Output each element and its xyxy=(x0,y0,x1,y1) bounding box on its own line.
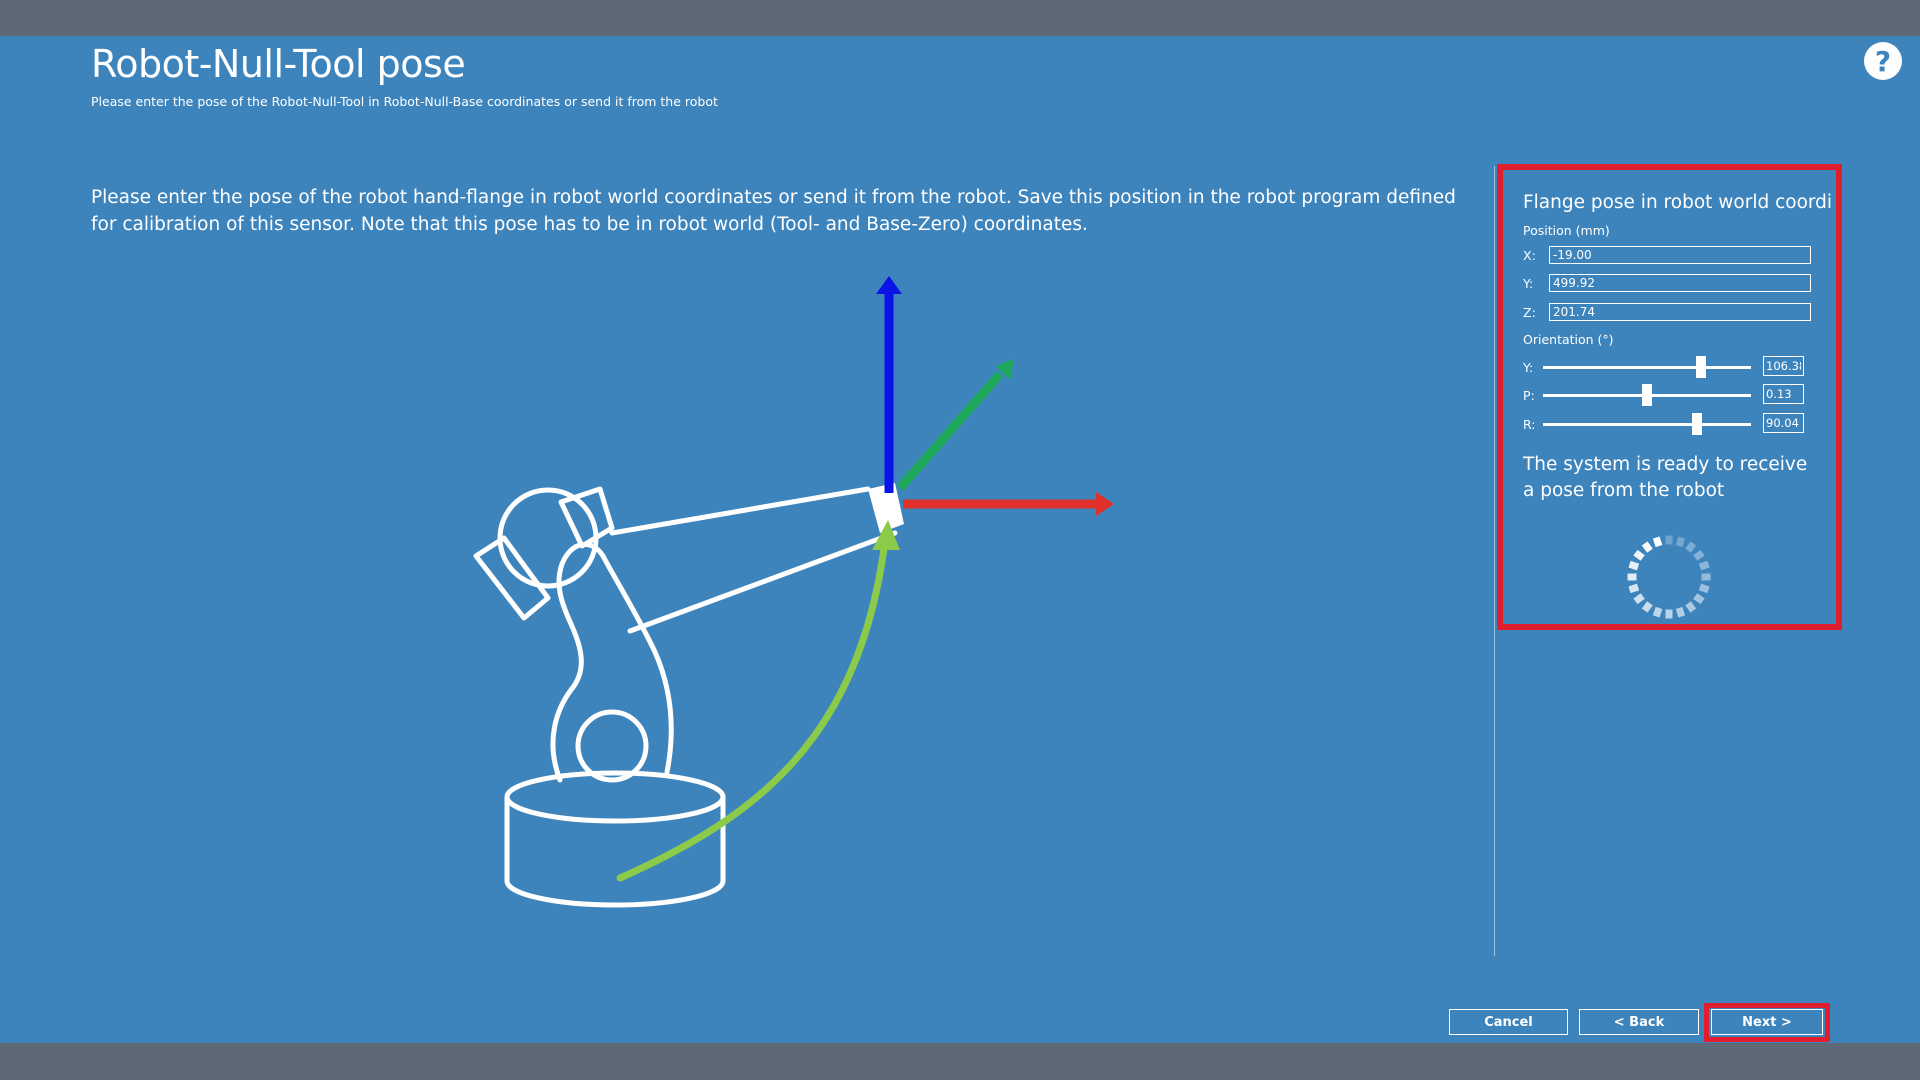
orientation-yaw-slider[interactable] xyxy=(1543,356,1751,378)
cancel-button[interactable]: Cancel xyxy=(1449,1009,1568,1035)
spinner-dot xyxy=(1628,560,1640,571)
orientation-pitch-slider[interactable] xyxy=(1543,384,1751,406)
spinner-dot xyxy=(1698,583,1710,594)
orientation-pitch-slider-thumb[interactable] xyxy=(1642,384,1652,406)
spinner-dot xyxy=(1652,536,1663,548)
status-text: The system is ready to receive a pose fr… xyxy=(1523,454,1808,501)
orientation-pitch-row: P: xyxy=(1523,384,1823,408)
spinner-dot xyxy=(1665,609,1673,619)
spinner-dot xyxy=(1641,601,1653,613)
spinner-dot xyxy=(1698,560,1710,571)
position-y-input[interactable] xyxy=(1549,274,1811,292)
orientation-yaw-slider-thumb[interactable] xyxy=(1696,356,1707,378)
orientation-pitch-label: P: xyxy=(1523,388,1535,403)
back-button[interactable]: < Back xyxy=(1579,1009,1699,1035)
orientation-yaw-row: Y: xyxy=(1523,356,1823,380)
orientation-yaw-label: Y: xyxy=(1523,360,1534,375)
spinner-dot xyxy=(1633,593,1645,605)
flange-pose-panel: Flange pose in robot world coordinates P… xyxy=(1497,164,1842,630)
position-x-label: X: xyxy=(1523,248,1536,263)
svg-text:?: ? xyxy=(1875,45,1891,78)
position-label: Position (mm) xyxy=(1523,223,1610,238)
spinner-dot xyxy=(1641,541,1653,553)
spinner-dot xyxy=(1701,573,1711,581)
orientation-roll-label: R: xyxy=(1523,417,1536,432)
spinner-dot xyxy=(1652,606,1663,618)
wizard-page: Robot-Null-Tool pose Please enter the po… xyxy=(0,36,1920,1043)
instructions-text: Please enter the pose of the robot hand-… xyxy=(91,187,1456,235)
spinner-dot xyxy=(1685,601,1697,613)
panel-divider xyxy=(1494,166,1495,956)
position-x-input[interactable] xyxy=(1549,246,1811,264)
next-button-highlight xyxy=(1704,1003,1830,1042)
spinner-dot xyxy=(1685,541,1697,553)
spinner-dot xyxy=(1627,573,1637,581)
position-z-label: Z: xyxy=(1523,305,1536,320)
spinner-dot xyxy=(1675,606,1686,618)
orientation-pitch-value[interactable] xyxy=(1763,384,1804,404)
orientation-yaw-value[interactable] xyxy=(1763,356,1804,376)
orientation-roll-row: R: xyxy=(1523,413,1823,437)
orientation-label: Orientation (°) xyxy=(1523,332,1614,347)
spinner-dot xyxy=(1675,536,1686,548)
position-z-input[interactable] xyxy=(1549,303,1811,321)
spinner-dot xyxy=(1665,535,1673,545)
spinner-dot xyxy=(1633,549,1645,561)
spinner-dot xyxy=(1628,583,1640,594)
spinner-dot xyxy=(1693,549,1705,561)
robot-illustration xyxy=(460,232,1120,926)
position-y-label: Y: xyxy=(1523,276,1534,291)
panel-title: Flange pose in robot world coordinates xyxy=(1523,192,1831,213)
help-icon[interactable]: ? xyxy=(1862,40,1904,82)
orientation-roll-slider-thumb[interactable] xyxy=(1691,413,1702,435)
position-z-row: Z: xyxy=(1523,303,1823,325)
page-subtitle: Please enter the pose of the Robot-Null-… xyxy=(91,94,718,109)
page-title: Robot-Null-Tool pose xyxy=(91,42,466,86)
position-y-row: Y: xyxy=(1523,274,1823,296)
orientation-roll-slider[interactable] xyxy=(1543,413,1751,435)
y-axis-icon xyxy=(896,371,1004,491)
orientation-roll-value[interactable] xyxy=(1763,413,1804,433)
position-x-row: X: xyxy=(1523,246,1823,268)
loading-spinner-icon xyxy=(1626,534,1712,624)
spinner-dot xyxy=(1693,593,1705,605)
motion-arrow-icon xyxy=(616,537,889,882)
